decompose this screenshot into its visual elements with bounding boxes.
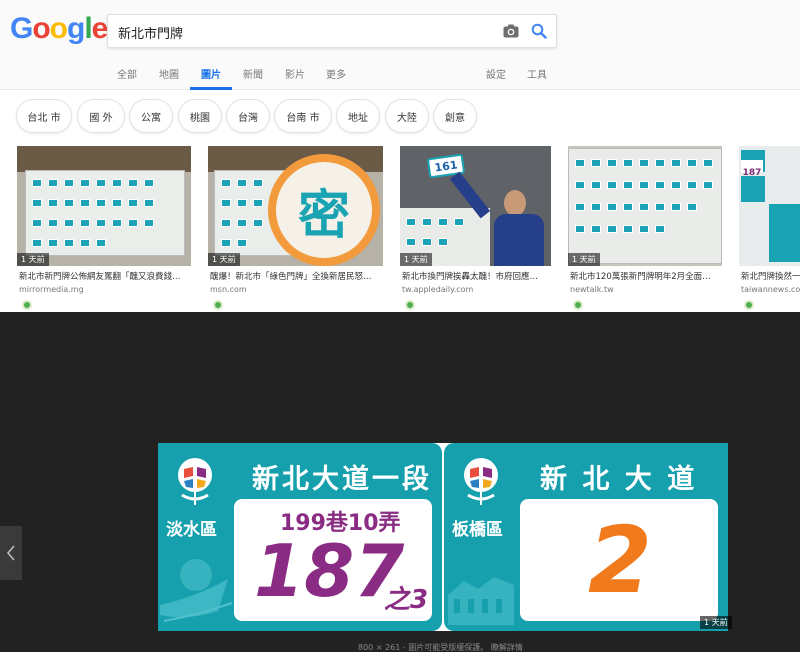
result-image: 1 天前 [568,146,722,266]
chip[interactable]: 桃園 [178,99,222,133]
district-name: 板橋區 [452,520,503,540]
road-name: 新北大道一段 [252,464,432,495]
result-source: tw.appledaily.com [402,285,474,294]
tab-videos[interactable]: 影片 [283,66,307,90]
house-number: 187 [254,529,405,613]
header: Google 全部 地圖 圖片 新聞 影片 更多 設定 工具 [0,0,800,90]
bridge-graphic [448,577,514,625]
tab-settings[interactable]: 設定 [484,66,508,90]
image-result[interactable]: 密 1 天前 醜爆！新北市「綠色門牌」全換新居民怒… msn.com [208,146,383,310]
result-title[interactable]: 新北市新門牌公佈網友罵翻「醜又浪費錢… [19,270,193,282]
result-title[interactable]: 新北市120萬張新門牌明年2月全面… [570,270,724,282]
source-favicon [213,300,223,310]
tab-all[interactable]: 全部 [115,66,139,90]
result-image: 187 [739,146,800,266]
chip[interactable]: 國 外 [77,99,125,133]
overlay-character: 密 [297,185,350,246]
sign-number: 187 [742,168,762,178]
result-title[interactable]: 醜爆！新北市「綠色門牌」全換新居民怒… [210,270,385,282]
time-badge: 1 天前 [400,253,432,266]
logo-letter: g [67,12,85,45]
tab-tools[interactable]: 工具 [525,66,549,90]
image-info: 800 × 261 - 圖片可能受版權保護。 瞭解詳情 [358,643,523,652]
logo-letter: G [10,12,33,45]
source-favicon [744,300,754,310]
previous-image-button[interactable] [0,526,22,580]
tab-maps[interactable]: 地圖 [157,66,181,90]
chip[interactable]: 台灣 [226,99,270,133]
chip[interactable]: 台北 市 [16,99,72,133]
image-result[interactable]: 1 天前 新北市120萬張新門牌明年2月全面… newtalk.tw [568,146,722,310]
result-source: msn.com [210,285,247,294]
chip[interactable]: 創意 [433,99,477,133]
sign-number: 161 [433,157,459,175]
tab-images[interactable]: 圖片 [190,66,232,90]
boat-graphic [160,559,233,622]
result-title[interactable]: 新北市換門牌挨轟太醜！市府回應… [402,270,553,282]
house-number-area: 199巷10弄 187 之3 [234,499,432,621]
chip[interactable]: 大陸 [385,99,429,133]
time-badge: 1 天前 [700,616,732,629]
new-taipei-logo-icon [178,458,212,505]
source-favicon [573,300,583,310]
result-source: taiwannews.com [741,285,800,294]
logo-letter: o [49,12,68,45]
chip[interactable]: 台南 市 [274,99,332,133]
source-favicon [405,300,415,310]
image-result[interactable]: 161 1 天前 新北市換門牌挨轟太醜！市府回應… tw.appledaily.… [400,146,551,310]
search-input[interactable] [118,22,488,42]
source-favicon [22,300,32,310]
plate-right: 板橋區 新 北 大 道 2 [444,443,728,631]
result-image: 密 1 天前 [208,146,383,266]
chip[interactable]: 地址 [336,99,380,133]
logo-letter: l [84,12,92,45]
search-box [107,14,557,48]
image-result[interactable]: 1 天前 新北市新門牌公佈網友罵翻「醜又浪費錢… mirrormedia.mg [17,146,191,310]
image-preview-panel: 淡水區 新北大道一段 199巷10弄 187 之3 板橋區 新 北 大 道 2 … [0,312,800,652]
time-badge: 1 天前 [208,253,240,266]
logo-letter: o [32,12,50,45]
tab-more[interactable]: 更多 [324,66,348,90]
district-name: 淡水區 [166,520,217,540]
house-number: 2 [588,507,653,614]
road-name: 新 北 大 道 [540,464,698,495]
time-badge: 1 天前 [17,253,49,266]
preview-image[interactable]: 淡水區 新北大道一段 199巷10弄 187 之3 板橋區 新 北 大 道 2 [158,443,728,631]
related-search-chips: 台北 市 國 外 公寓 桃園 台灣 台南 市 地址 大陸 創意 [0,90,800,142]
tab-news[interactable]: 新聞 [241,66,265,90]
logo-letter: e [91,12,109,45]
result-image: 161 1 天前 [400,146,551,266]
result-title[interactable]: 新北門牌換然一 [741,270,800,282]
result-image: 1 天前 [17,146,191,266]
chevron-left-icon [6,545,15,561]
result-source: newtalk.tw [570,285,614,294]
new-taipei-logo-icon [464,458,498,505]
result-source: mirrormedia.mg [19,285,84,294]
house-number-suffix: 之3 [384,585,429,615]
google-logo[interactable]: Google [10,12,109,46]
plate-left: 淡水區 新北大道一段 199巷10弄 187 之3 [158,443,442,631]
camera-icon[interactable] [503,24,519,38]
search-tabs: 全部 地圖 圖片 新聞 影片 更多 設定 工具 [0,56,800,90]
image-result[interactable]: 187 新北門牌換然一 taiwannews.com [739,146,800,310]
chip[interactable]: 公寓 [129,99,173,133]
time-badge: 1 天前 [568,253,600,266]
image-results: 1 天前 新北市新門牌公佈網友罵翻「醜又浪費錢… mirrormedia.mg … [0,142,800,312]
house-number-area: 2 [520,499,718,621]
search-icon[interactable] [531,23,547,39]
